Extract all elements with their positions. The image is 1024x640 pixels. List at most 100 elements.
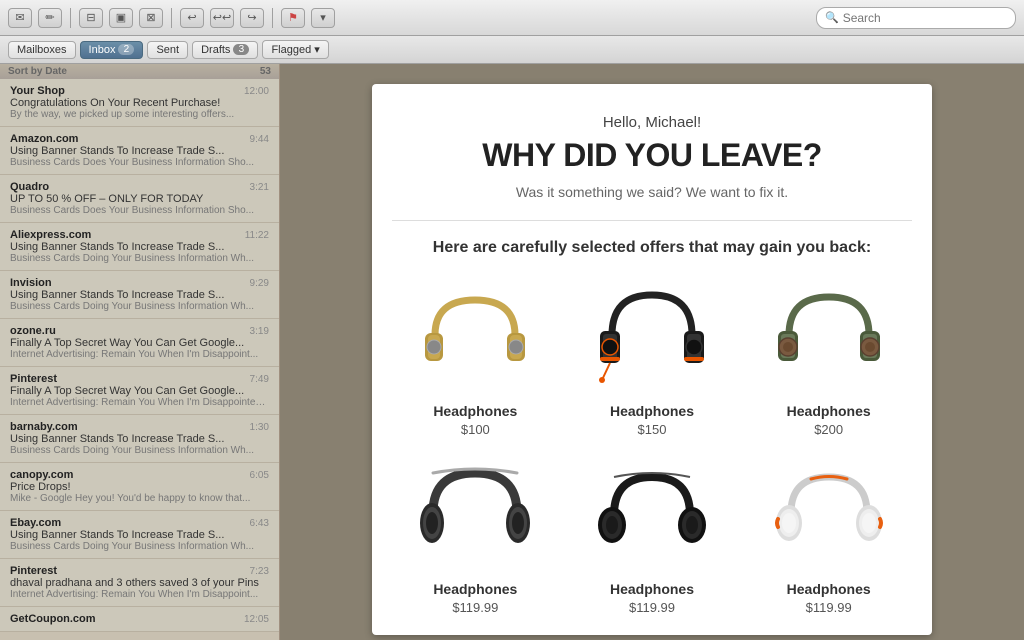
email-preview: Business Cards Doing Your Business Infor… [10, 253, 269, 264]
email-subject: Using Banner Stands To Increase Trade S.… [10, 529, 269, 541]
email-time: 6:43 [250, 518, 269, 529]
drafts-label: Drafts [201, 44, 230, 56]
product-price: $119.99 [806, 600, 852, 615]
list-item[interactable]: barnaby.com 1:30 Using Banner Stands To … [0, 415, 279, 463]
drafts-button[interactable]: Drafts 3 [192, 41, 258, 59]
toolbar-separator-1 [70, 8, 71, 28]
compose-icon[interactable]: ✉ [8, 8, 32, 28]
list-item[interactable]: Ebay.com 6:43 Using Banner Stands To Inc… [0, 511, 279, 559]
list-item[interactable]: Invision 9:29 Using Banner Stands To Inc… [0, 271, 279, 319]
email-subject: Price Drops! [10, 481, 269, 493]
headphone-image-green [769, 285, 889, 385]
list-item[interactable]: Your Shop 12:00 Congratulations On Your … [0, 79, 279, 127]
new-note-icon[interactable]: ✏ [38, 8, 62, 28]
drafts-badge: 3 [233, 44, 249, 55]
product-price: $119.99 [452, 600, 498, 615]
email-sender: Aliexpress.com [10, 229, 91, 241]
sent-label: Sent [156, 44, 179, 56]
top-toolbar: ✉ ✏ ⊟ ▣ ⊠ ↩ ↩↩ ↪ ⚑ ▾ 🔍 [0, 0, 1024, 36]
product-price: $119.99 [629, 600, 675, 615]
sidebar-section-header: Sort by Date 53 [0, 64, 279, 79]
mailboxes-button[interactable]: Mailboxes [8, 41, 76, 59]
list-item[interactable]: Quadro 3:21 UP TO 50 % OFF – ONLY FOR TO… [0, 175, 279, 223]
reply-all-icon[interactable]: ↩↩ [210, 8, 234, 28]
product-price: $150 [638, 422, 667, 437]
move-icon[interactable]: ⊠ [139, 8, 163, 28]
archive-icon[interactable]: ▣ [109, 8, 133, 28]
product-name: Headphones [433, 403, 517, 419]
email-sender: canopy.com [10, 469, 73, 481]
email-subject: Using Banner Stands To Increase Trade S.… [10, 145, 269, 157]
delete-icon[interactable]: ⊟ [79, 8, 103, 28]
email-subject: Using Banner Stands To Increase Trade S.… [10, 289, 269, 301]
flag-menu-icon[interactable]: ▾ [311, 8, 335, 28]
product-image [759, 275, 899, 395]
email-time: 6:05 [250, 470, 269, 481]
headphone-image-gaming [592, 285, 712, 385]
email-preview: Mike - Google Hey you! You'd be happy to… [10, 493, 269, 504]
list-item[interactable]: Aliexpress.com 11:22 Using Banner Stands… [0, 223, 279, 271]
flag-icon[interactable]: ⚑ [281, 8, 305, 28]
sent-button[interactable]: Sent [147, 41, 188, 59]
product-item[interactable]: Headphones $200 [745, 275, 912, 437]
search-bar[interactable]: 🔍 [816, 7, 1016, 29]
email-subject: Using Banner Stands To Increase Trade S.… [10, 433, 269, 445]
product-name: Headphones [610, 581, 694, 597]
email-time: 7:49 [250, 374, 269, 385]
email-preview: Business Cards Does Your Business Inform… [10, 157, 269, 168]
product-name: Headphones [787, 581, 871, 597]
email-subject: UP TO 50 % OFF – ONLY FOR TODAY [10, 193, 269, 205]
product-item[interactable]: Headphones $100 [392, 275, 559, 437]
email-time: 3:21 [250, 182, 269, 193]
inbox-badge: 2 [118, 44, 134, 55]
mail-toolbar: Mailboxes Inbox 2 Sent Drafts 3 Flagged … [0, 36, 1024, 64]
products-grid: Headphones $100 [392, 275, 912, 615]
search-icon: 🔍 [825, 11, 839, 24]
email-content-area: Hello, Michael! WHY DID YOU LEAVE? Was i… [280, 64, 1024, 640]
mailboxes-label: Mailboxes [17, 44, 67, 56]
reply-icon[interactable]: ↩ [180, 8, 204, 28]
email-subject: Using Banner Stands To Increase Trade S.… [10, 241, 269, 253]
email-sidebar: Sort by Date 53 Your Shop 12:00 Congratu… [0, 64, 280, 640]
toolbar-separator-2 [171, 8, 172, 28]
product-item[interactable]: Headphones $119.99 [745, 453, 912, 615]
email-preview: Business Cards Doing Your Business Infor… [10, 445, 269, 456]
flagged-label: Flagged [271, 44, 311, 56]
product-image [405, 453, 545, 573]
toolbar-separator-3 [272, 8, 273, 28]
product-price: $200 [814, 422, 843, 437]
product-image [405, 275, 545, 395]
email-time: 11:22 [245, 230, 269, 241]
email-preview: Internet Advertising: Remain You When I'… [10, 349, 269, 360]
list-item[interactable]: ozone.ru 3:19 Finally A Top Secret Way Y… [0, 319, 279, 367]
product-item[interactable]: Headphones $119.99 [569, 453, 736, 615]
forward-icon[interactable]: ↪ [240, 8, 264, 28]
product-item[interactable]: Headphones $150 [569, 275, 736, 437]
list-item[interactable]: GetCoupon.com 12:05 [0, 607, 279, 632]
headphone-image-white-orange [769, 463, 889, 563]
list-item[interactable]: Pinterest 7:23 dhaval pradhana and 3 oth… [0, 559, 279, 607]
email-sender: Invision [10, 277, 52, 289]
flagged-button[interactable]: Flagged ▾ [262, 40, 328, 59]
inbox-label: Inbox [89, 44, 116, 56]
list-item[interactable]: canopy.com 6:05 Price Drops! Mike - Goog… [0, 463, 279, 511]
email-subject: dhaval pradhana and 3 others saved 3 of … [10, 577, 269, 589]
email-subject: Finally A Top Secret Way You Can Get Goo… [10, 385, 269, 397]
search-input[interactable] [843, 11, 1007, 25]
inbox-button[interactable]: Inbox 2 [80, 41, 144, 59]
email-time: 1:30 [250, 422, 269, 433]
email-preview: Business Cards Does Your Business Inform… [10, 205, 269, 216]
email-sender: Ebay.com [10, 517, 61, 529]
email-card: Hello, Michael! WHY DID YOU LEAVE? Was i… [372, 84, 932, 635]
product-item[interactable]: Headphones $119.99 [392, 453, 559, 615]
email-subject: Finally A Top Secret Way You Can Get Goo… [10, 337, 269, 349]
headphone-image-gold [415, 285, 535, 385]
email-offers-title: Here are carefully selected offers that … [392, 237, 912, 259]
email-time: 12:00 [244, 86, 269, 97]
email-time: 9:29 [250, 278, 269, 289]
email-time: 12:05 [244, 614, 269, 625]
email-preview: Internet Advertising: Remain You When I'… [10, 589, 269, 600]
list-item[interactable]: Pinterest 7:49 Finally A Top Secret Way … [0, 367, 279, 415]
email-preview: Business Cards Doing Your Business Infor… [10, 541, 269, 552]
list-item[interactable]: Amazon.com 9:44 Using Banner Stands To I… [0, 127, 279, 175]
